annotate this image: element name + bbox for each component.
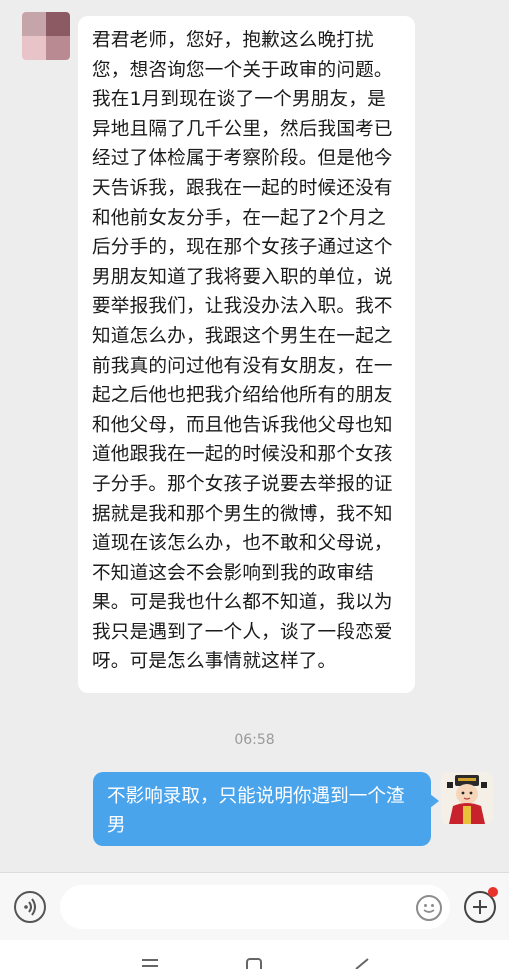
outgoing-message-text: 不影响录取，只能说明你遇到一个渣男 [107,786,405,836]
emoji-button[interactable] [416,895,442,921]
menu-icon[interactable] [140,958,160,969]
notification-dot [488,887,498,897]
chat-area[interactable]: 君君老师，您好，抱歉这么晚打扰您，想咨询您一个关于政审的问题。我在1月到现在谈了… [0,0,509,872]
emoji-icon [423,904,435,913]
system-navigation-bar [0,940,509,969]
voice-input-icon [24,898,36,916]
plus-icon [473,900,487,914]
message-text-input[interactable] [60,885,450,929]
voice-input-button[interactable] [14,891,46,923]
cartoon-avatar-icon [441,772,493,824]
incoming-message-bubble[interactable]: 君君老师，您好，抱歉这么晚打扰您，想咨询您一个关于政审的问题。我在1月到现在谈了… [78,16,415,693]
sender-avatar[interactable] [22,12,70,60]
back-icon[interactable] [352,958,370,969]
user-avatar[interactable] [441,772,493,824]
message-timestamp: 06:58 [234,732,275,748]
home-icon[interactable] [245,958,263,969]
incoming-message-text: 君君老师，您好，抱歉这么晚打扰您，想咨询您一个关于政审的问题。我在1月到现在谈了… [92,30,393,673]
outgoing-message-bubble[interactable]: 不影响录取，只能说明你遇到一个渣男 [93,772,439,846]
message-input-bar [0,872,509,940]
